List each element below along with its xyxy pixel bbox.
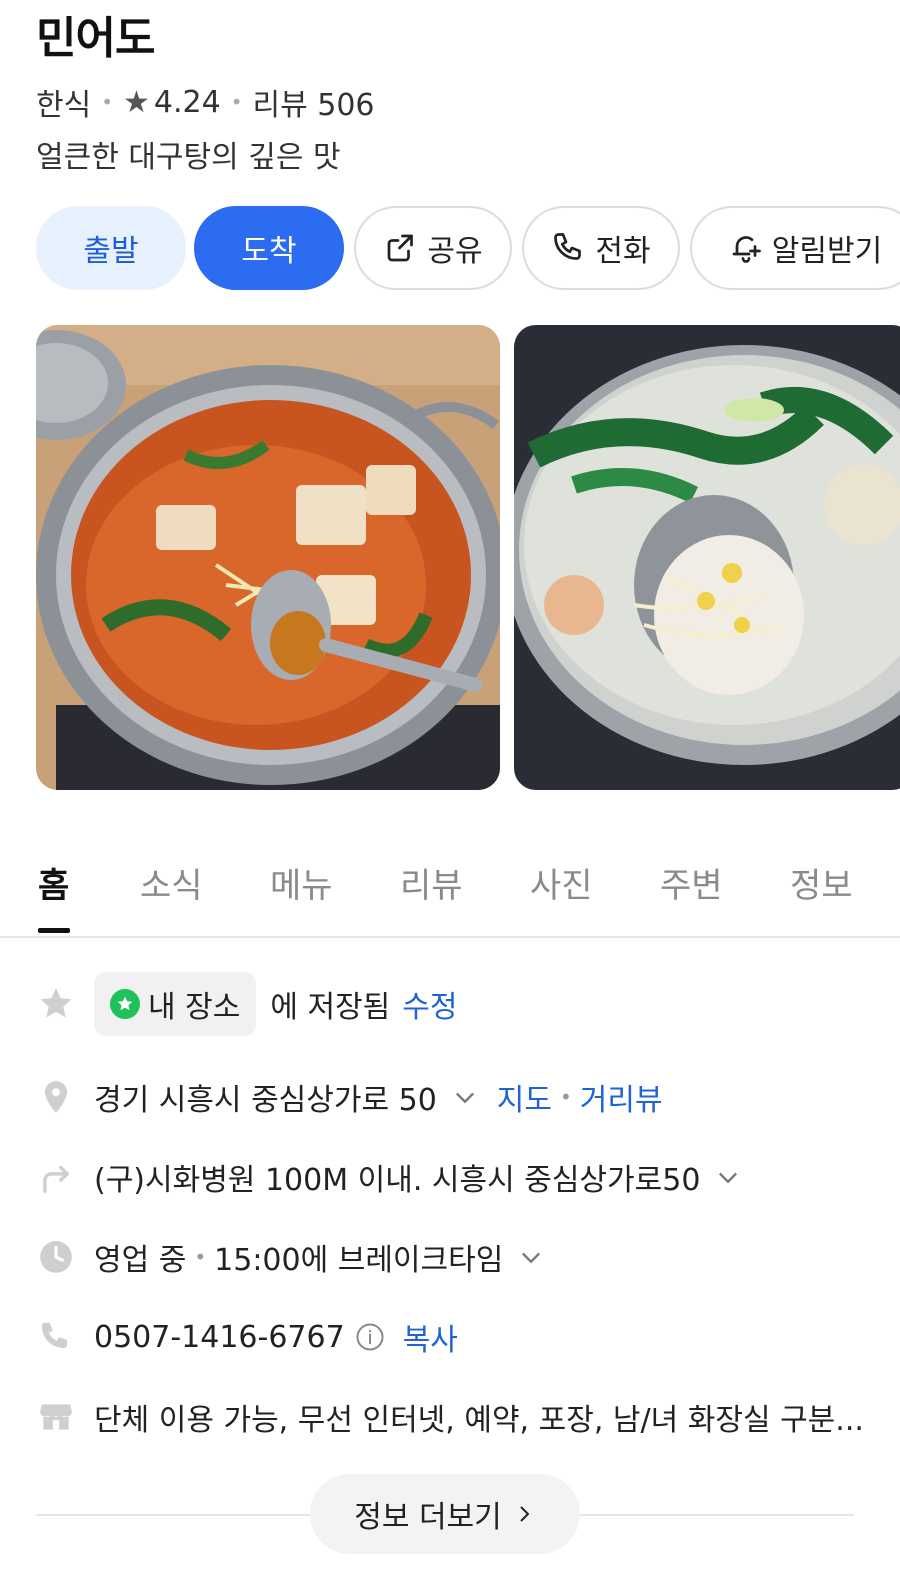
alert-button[interactable]: 알림받기 xyxy=(690,206,900,290)
clear-stew-photo xyxy=(514,325,900,790)
separator-dot: • xyxy=(194,1245,207,1269)
separator-dot: • xyxy=(101,90,113,114)
depart-label: 출발 xyxy=(83,234,139,269)
roadview-link[interactable]: 거리뷰 xyxy=(580,1075,663,1119)
chevron-down-icon[interactable] xyxy=(714,1163,742,1191)
location-pin-icon xyxy=(36,1077,76,1117)
facilities-text[interactable]: 단체 이용 가능, 무선 인터넷, 예약, 포장, 남/녀 화장실 구분... xyxy=(94,1395,864,1439)
more-info-label: 정보 더보기 xyxy=(354,1500,502,1535)
green-star-icon xyxy=(110,989,140,1019)
active-tab-indicator xyxy=(38,928,70,933)
rating-value: 4.24 xyxy=(153,84,221,120)
directions-text[interactable]: (구)시화병원 100M 이내. 시흥시 중심상가로50 xyxy=(94,1155,700,1199)
phone-number[interactable]: 0507-1416-6767 xyxy=(94,1320,345,1355)
tab-bar: 홈 소식 메뉴 리뷰 사진 주변 정보 xyxy=(0,850,900,938)
place-meta: 한식 • ★ 4.24 • 리뷰 506 xyxy=(36,80,375,124)
hours-row: 영업 중 • 15:00에 브레이크타임 xyxy=(36,1235,545,1279)
address-row: 경기 시흥시 중심상가로 50 지도 • 거리뷰 xyxy=(36,1075,663,1119)
tab-home[interactable]: 홈 xyxy=(38,858,69,907)
store-icon xyxy=(36,1397,76,1437)
tab-news[interactable]: 소식 xyxy=(140,858,203,907)
alert-label: 알림받기 xyxy=(771,234,883,269)
share-icon xyxy=(388,234,414,262)
call-label: 전화 xyxy=(595,234,651,269)
share-button[interactable]: 공유 xyxy=(354,206,512,290)
saved-row: 내 장소 에 저장됨 수정 xyxy=(36,972,457,1036)
place-description: 얼큰한 대구탕의 깊은 맛 xyxy=(36,140,341,175)
saved-folder-label: 내 장소 xyxy=(148,990,241,1025)
arrive-button[interactable]: 도착 xyxy=(194,206,344,290)
bell-plus-icon xyxy=(732,236,761,263)
depart-button[interactable]: 출발 xyxy=(36,206,186,290)
saved-folder-chip[interactable]: 내 장소 xyxy=(94,972,257,1036)
chevron-right-icon xyxy=(520,1506,530,1522)
phone-icon xyxy=(36,1317,76,1357)
directions-row: (구)시화병원 100M 이내. 시흥시 중심상가로50 xyxy=(36,1155,742,1199)
tab-menu[interactable]: 메뉴 xyxy=(270,858,333,907)
separator-dot: • xyxy=(560,1085,572,1109)
photo-clear-stew[interactable] xyxy=(514,325,900,790)
tab-reviews[interactable]: 리뷰 xyxy=(400,858,463,907)
phone-icon xyxy=(554,233,582,260)
tab-nearby[interactable]: 주변 xyxy=(660,858,723,907)
spicy-stew-photo xyxy=(36,325,500,790)
phone-row: 0507-1416-6767 복사 xyxy=(36,1315,458,1359)
star-outline-icon[interactable] xyxy=(36,984,76,1024)
place-title: 민어도 xyxy=(36,13,155,64)
info-circle-icon[interactable] xyxy=(355,1322,385,1352)
tab-photos[interactable]: 사진 xyxy=(530,858,593,907)
category-label: 한식 xyxy=(36,88,92,123)
address-text[interactable]: 경기 시흥시 중심상가로 50 xyxy=(94,1075,437,1119)
chevron-down-icon[interactable] xyxy=(517,1243,545,1271)
edit-saved-link[interactable]: 수정 xyxy=(402,982,457,1026)
clock-icon xyxy=(36,1237,76,1277)
call-button[interactable]: 전화 xyxy=(522,206,680,290)
separator-dot: • xyxy=(230,90,243,114)
saved-text: 에 저장됨 xyxy=(270,990,391,1025)
turn-arrow-icon xyxy=(36,1157,76,1197)
share-label: 공유 xyxy=(427,234,483,269)
copy-phone-link[interactable]: 복사 xyxy=(403,1315,458,1359)
review-count-link[interactable]: 리뷰 506 xyxy=(253,80,375,124)
action-bar: 출발 도착 공유 전화 알림받기 xyxy=(36,206,900,290)
break-time-text[interactable]: 15:00에 브레이크타임 xyxy=(214,1235,503,1279)
map-link[interactable]: 지도 xyxy=(497,1075,552,1119)
facilities-row: 단체 이용 가능, 무선 인터넷, 예약, 포장, 남/녀 화장실 구분... xyxy=(36,1395,864,1439)
arrive-label: 도착 xyxy=(241,234,297,269)
star-icon: ★ xyxy=(123,84,150,120)
chevron-down-icon[interactable] xyxy=(451,1083,479,1111)
more-info-button[interactable]: 정보 더보기 xyxy=(310,1474,580,1554)
open-status: 영업 중 xyxy=(94,1243,187,1278)
photo-spicy-stew[interactable] xyxy=(36,325,500,790)
tab-info[interactable]: 정보 xyxy=(790,858,853,907)
